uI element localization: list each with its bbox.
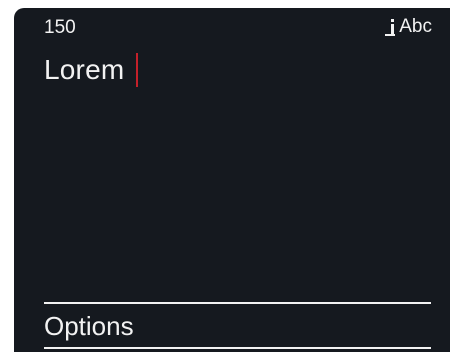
text-caret [136,53,139,87]
options-divider-bottom [44,347,431,349]
options-divider-top [44,302,431,304]
character-counter: 150 [44,17,76,38]
entry-text: Lorem [44,54,125,85]
device-screen: 150 Abc Lorem Options [14,8,450,352]
input-mode-label: Abc [399,16,432,37]
input-mode-indicator[interactable]: Abc [385,16,432,37]
options-softkey[interactable]: Options [44,313,134,339]
text-entry-field[interactable]: Lorem [44,53,139,87]
text-cursor-icon [385,18,396,36]
